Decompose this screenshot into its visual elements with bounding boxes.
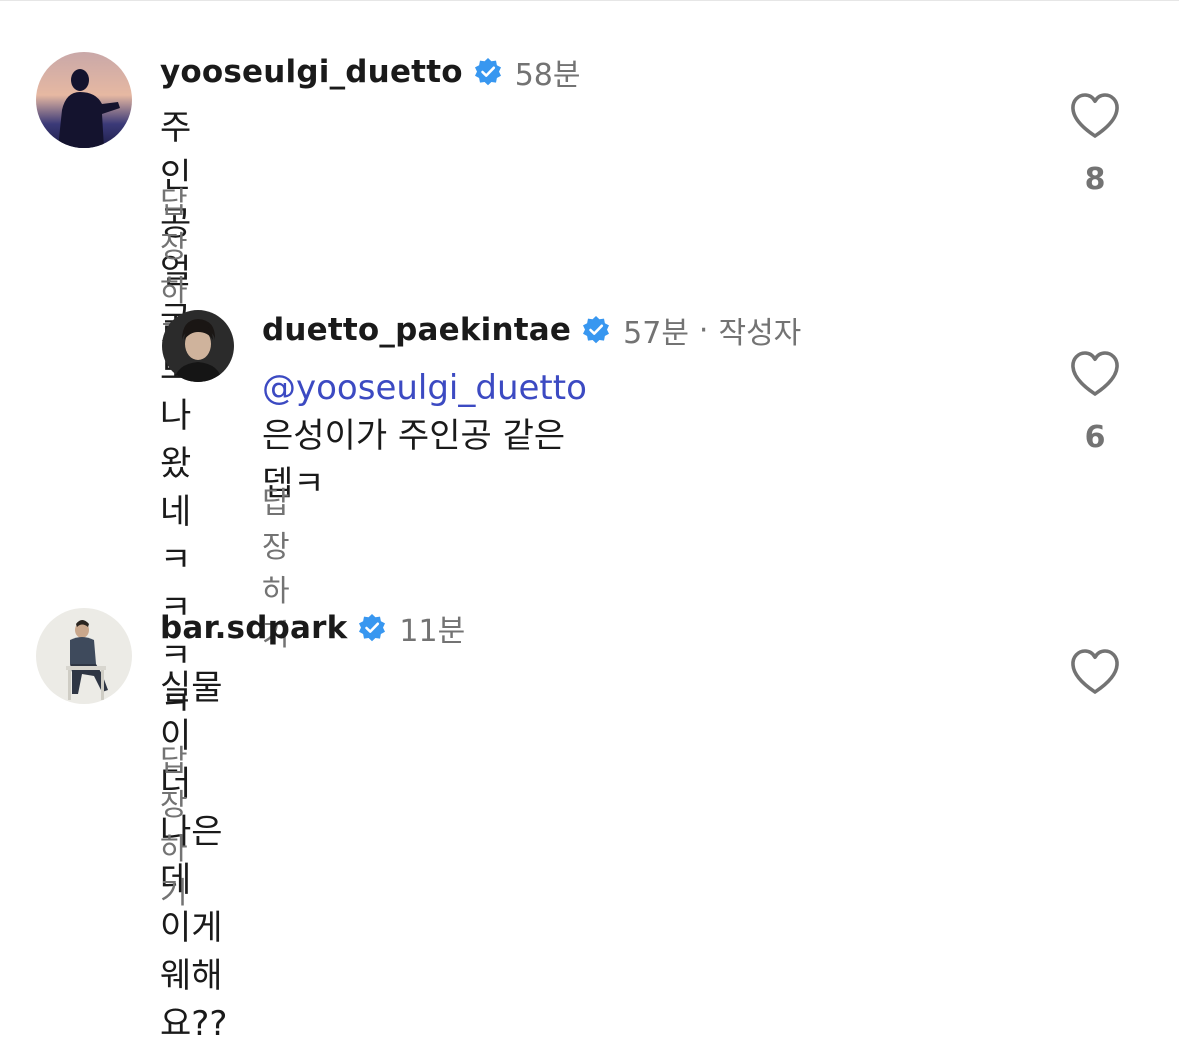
timestamp: 57분 — [623, 316, 689, 351]
avatar[interactable] — [36, 52, 132, 148]
username[interactable]: bar.sdpark — [160, 610, 347, 646]
author-badge: 작성자 — [718, 316, 802, 351]
heart-icon[interactable] — [1069, 92, 1121, 140]
comment-text-line2: 뎁ㅋ — [262, 464, 325, 504]
top-divider — [0, 0, 1179, 1]
username[interactable]: duetto_paekintae — [262, 312, 571, 348]
avatar[interactable] — [36, 608, 132, 704]
reply-button[interactable]: 답장하기 — [160, 736, 188, 912]
verified-badge-icon — [583, 316, 610, 344]
username[interactable]: yooseulgi_duetto — [160, 54, 463, 90]
verified-badge-icon — [359, 614, 386, 642]
seated-man-photo-icon — [36, 608, 132, 704]
comment-text-line1: 은성이가 주인공 같은 — [262, 416, 566, 456]
heart-icon[interactable] — [1069, 350, 1121, 398]
verified-badge-icon — [474, 58, 501, 86]
meta-separator: · — [698, 312, 709, 348]
comment-text: @yooseulgi_duetto 은성이가 주인공 같은 뎁ㅋ — [262, 364, 587, 508]
avatar[interactable] — [162, 310, 234, 382]
silhouette-portrait-icon — [36, 52, 132, 148]
like-count: 6 — [1084, 420, 1106, 455]
like-count: 8 — [1084, 162, 1106, 197]
mention-link[interactable]: @yooseulgi_duetto — [262, 368, 587, 408]
portrait-photo-icon — [162, 310, 234, 382]
heart-icon[interactable] — [1069, 648, 1121, 696]
timestamp: 58분 — [514, 58, 581, 93]
timestamp: 11분 — [399, 614, 466, 649]
